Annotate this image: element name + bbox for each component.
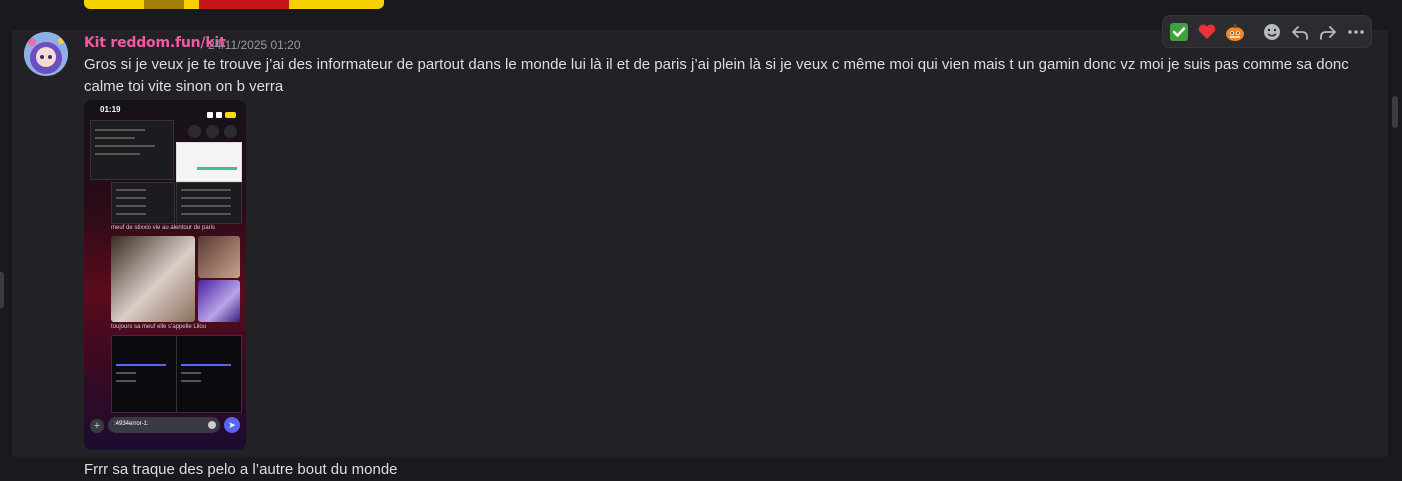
emoji-icon [208,421,216,429]
reaction-heart-button[interactable] [1195,20,1219,44]
message-text: Gros si je veux je te trouve j’ai des in… [84,56,1349,95]
phone-input-bar: :4934error-1: [108,417,220,433]
screenshot-tile [176,335,242,413]
more-options-button[interactable] [1344,20,1368,44]
reply-icon [1292,26,1308,40]
smiley-icon [1264,24,1280,40]
pumpkin-ghost-icon [1226,24,1244,41]
photo-tile [198,280,240,322]
photo-tile [111,236,195,322]
photo-tile [198,236,240,278]
add-reaction-button[interactable] [1260,20,1284,44]
screenshot-tile [111,335,177,413]
screenshot-tile [176,142,242,182]
next-message-text: Frrr sa traque des pelo a l’autre bout d… [84,461,398,478]
previous-image-attachment[interactable] [84,0,384,9]
screenshot-tile [90,120,174,180]
forward-icon [1320,26,1336,40]
image-detail [199,0,289,9]
screenshot-tile [176,182,242,224]
attachment-caption: meuf de stixxio vie au alentour de paris [111,225,216,231]
left-panel-handle[interactable] [0,272,4,308]
reply-button[interactable] [1288,20,1312,44]
phone-input-text: :4934error-1: [114,421,149,427]
screenshot-tile [111,182,175,224]
avatar[interactable] [24,32,68,76]
scrollbar-track[interactable] [1388,0,1402,481]
previous-message-area [0,0,1388,16]
avatar-image [24,32,68,76]
check-mark-icon [1170,23,1188,41]
video-icon [206,125,219,138]
reaction-check-button[interactable] [1167,20,1191,44]
image-detail [144,0,184,9]
reaction-pumpkin-button[interactable] [1223,20,1247,44]
scrollbar-thumb[interactable] [1392,96,1398,128]
search-icon [224,125,237,138]
message-actions-toolbar [1162,15,1372,48]
attachment-caption: toujours sa meuf elle s’appelle Lilou [111,324,207,330]
call-icon [188,125,201,138]
chat-message[interactable]: Kit reddom.fun/kit 24/11/2025 01:20 Gros… [12,30,1388,457]
message-timestamp[interactable]: 24/11/2025 01:20 [208,38,301,52]
message-username[interactable]: Kit reddom.fun/kit [84,35,226,51]
plus-icon: + [90,419,104,433]
forward-button[interactable] [1316,20,1340,44]
phone-time: 01:19 [100,105,121,114]
image-attachment[interactable]: 01:19 meuf de stixxio vie au alentour de… [84,100,246,450]
send-icon: ➤ [224,417,240,433]
more-icon [1348,30,1364,34]
phone-status-icons [204,105,236,118]
heart-icon [1198,24,1216,39]
